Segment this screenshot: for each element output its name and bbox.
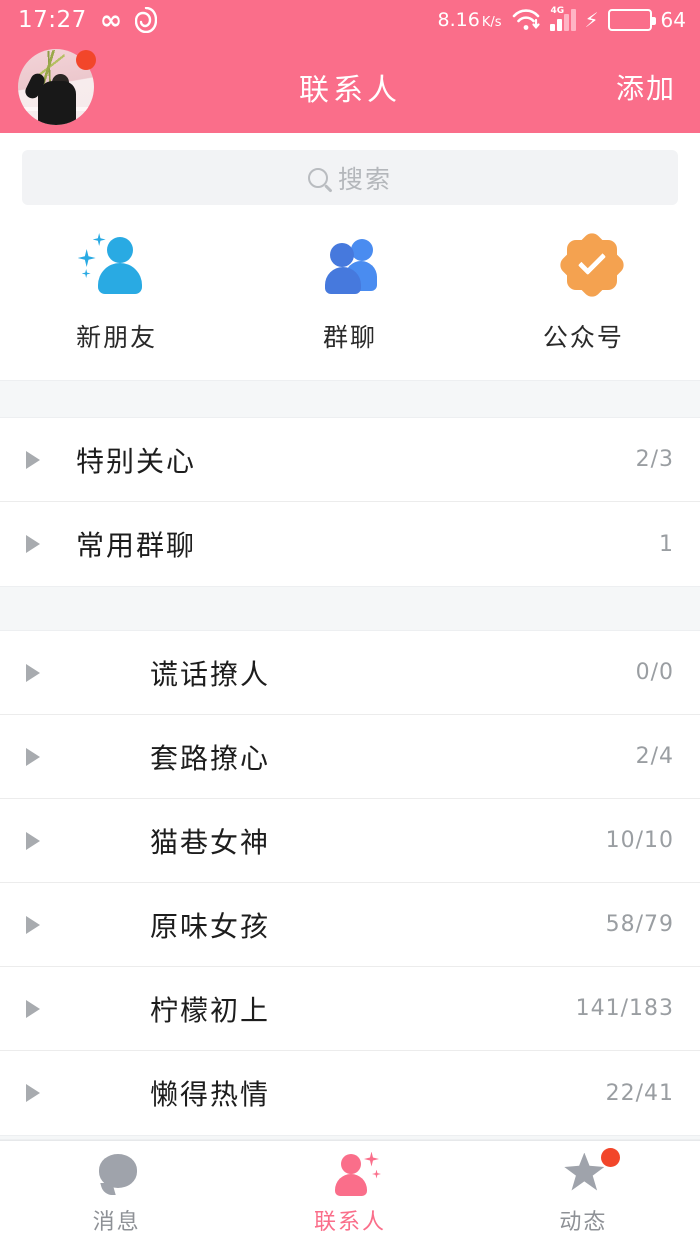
contacts-screen: 17:27 ∞ 8.16 K/s 4G ⚡ 64 联系人 添加 搜索 新朋友 群… — [0, 0, 700, 1244]
status-bar-right: 8.16 K/s 4G ⚡ 64 — [438, 6, 687, 32]
bottom-tab-bar: 消息 联系人 动态 — [0, 1140, 700, 1244]
avatar[interactable] — [18, 48, 96, 125]
group-name: 常用群聊 — [76, 529, 197, 562]
status-bar: 17:27 ∞ 8.16 K/s 4G ⚡ 64 — [0, 0, 700, 40]
group-chat-icon — [309, 231, 391, 303]
group-count: 10/10 — [605, 828, 674, 853]
battery-icon — [607, 9, 656, 31]
group-name: 套路撩心 — [150, 741, 271, 775]
section-divider — [0, 380, 700, 418]
tab-label: 消息 — [92, 1209, 141, 1235]
chevron-right-icon — [26, 1084, 40, 1102]
group-count: 2/4 — [635, 744, 674, 769]
group-count: 2/3 — [635, 447, 674, 472]
group-name: 柠檬初上 — [150, 993, 271, 1027]
network-type-label: 4G — [550, 6, 565, 16]
signal-bars-icon: 4G — [549, 6, 576, 31]
group-name: 特别关心 — [76, 444, 197, 478]
group-count: 22/41 — [605, 1080, 674, 1106]
shell-icon — [135, 7, 158, 33]
charging-bolt-icon: ⚡ — [584, 8, 599, 32]
group-count: 58/79 — [605, 912, 674, 937]
avatar-body — [38, 80, 76, 125]
moments-star-icon — [556, 1147, 621, 1198]
shortcut-row: 新朋友 群聊 公众号 — [0, 223, 700, 380]
section-divider — [0, 586, 700, 631]
page-title: 联系人 — [299, 72, 401, 108]
wifi-download-icon — [512, 9, 540, 30]
tab-badge-dot — [601, 1147, 621, 1167]
network-speed: 8.16 K/s — [438, 9, 502, 31]
search-placeholder: 搜索 — [337, 164, 392, 194]
group-name: 懒得热情 — [150, 1078, 271, 1111]
search-section: 搜索 — [0, 133, 700, 223]
status-time: 17:27 — [18, 7, 87, 33]
tab-messages[interactable]: 消息 — [0, 1141, 233, 1244]
shortcut-official-account[interactable]: 公众号 — [467, 229, 700, 354]
group-row[interactable]: 原味女孩 58/79 — [0, 883, 700, 967]
official-account-badge-icon — [542, 229, 628, 303]
chevron-right-icon — [26, 915, 40, 934]
tab-contacts[interactable]: 联系人 — [233, 1141, 466, 1244]
app-header: 联系人 添加 — [0, 40, 700, 133]
infinity-icon: ∞ — [99, 4, 123, 36]
contacts-person-icon — [323, 1150, 381, 1198]
group-row-frequent-groups[interactable]: 常用群聊 1 — [0, 502, 700, 586]
shortcut-new-friend[interactable]: 新朋友 — [0, 231, 233, 354]
shortcut-group-chat[interactable]: 群聊 — [233, 231, 466, 354]
shortcut-label: 新朋友 — [76, 323, 158, 352]
shortcut-label: 群聊 — [322, 323, 377, 352]
status-bar-left: 17:27 ∞ — [18, 4, 158, 36]
network-speed-unit: K/s — [481, 15, 502, 30]
tab-label: 联系人 — [313, 1209, 386, 1235]
group-name: 原味女孩 — [150, 909, 271, 943]
group-row-special-care[interactable]: 特别关心 2/3 — [0, 418, 700, 502]
tab-label: 动态 — [559, 1209, 608, 1235]
network-speed-value: 8.16 — [437, 9, 480, 31]
group-name: 谎话撩人 — [150, 657, 271, 691]
battery-percent: 64 — [660, 8, 686, 32]
group-row[interactable]: 套路撩心 2/4 — [0, 715, 700, 799]
group-count: 0/0 — [635, 660, 674, 685]
group-row[interactable]: 谎话撩人 0/0 — [0, 631, 700, 715]
search-input[interactable]: 搜索 — [22, 150, 678, 205]
chevron-right-icon — [26, 999, 40, 1018]
group-name: 猫巷女神 — [150, 825, 271, 859]
chevron-right-icon — [26, 450, 40, 469]
notification-dot — [76, 49, 96, 70]
chevron-right-icon — [26, 535, 40, 553]
group-row[interactable]: 猫巷女神 10/10 — [0, 799, 700, 883]
add-button[interactable]: 添加 — [616, 67, 676, 107]
contact-group-list: 谎话撩人 0/0 套路撩心 2/4 猫巷女神 10/10 原味女孩 58/79 … — [0, 631, 700, 1135]
group-count: 141/183 — [575, 996, 674, 1021]
chevron-right-icon — [26, 747, 40, 766]
shortcut-label: 公众号 — [542, 323, 624, 352]
tab-moments[interactable]: 动态 — [467, 1141, 700, 1244]
chevron-right-icon — [26, 663, 40, 682]
chevron-right-icon — [26, 831, 40, 850]
new-friend-icon — [76, 231, 158, 303]
group-row[interactable]: 懒得热情 22/41 — [0, 1051, 700, 1135]
group-row[interactable]: 柠檬初上 141/183 — [0, 967, 700, 1051]
search-icon — [307, 167, 328, 188]
message-bubble-icon — [90, 1150, 144, 1198]
group-count: 1 — [659, 531, 674, 557]
primary-group-list: 特别关心 2/3 常用群聊 1 — [0, 418, 700, 586]
